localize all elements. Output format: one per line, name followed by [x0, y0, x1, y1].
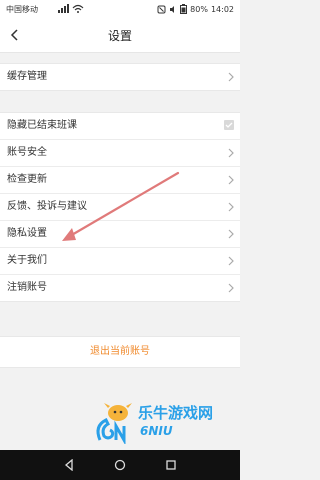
mute-icon: [170, 5, 175, 13]
nav-bar: 设置: [0, 18, 240, 53]
clock: 14:02: [210, 4, 234, 14]
battery-percent: 80%: [190, 4, 208, 14]
page-title: 设置: [107, 29, 132, 43]
settings-item-label: 关于我们: [7, 255, 47, 266]
settings-item-account-security[interactable]: 账号安全: [0, 140, 240, 167]
system-nav-bar: [0, 450, 240, 480]
settings-item-label: 缓存管理: [7, 71, 47, 82]
settings-item-hide-finished[interactable]: 隐藏已结束班课: [0, 113, 240, 140]
chevron-right-icon: [228, 175, 234, 185]
chevron-right-icon: [228, 72, 234, 82]
watermark-logo-text: 6NIU: [140, 424, 173, 438]
settings-item-feedback[interactable]: 反馈、投诉与建议: [0, 194, 240, 221]
chevron-right-icon: [228, 283, 234, 293]
settings-item-label: 隐私设置: [7, 228, 47, 239]
settings-group-cache: 缓存管理: [0, 63, 240, 91]
carrier-label: 中国移动: [6, 5, 38, 14]
chevron-right-icon: [228, 202, 234, 212]
settings-item-privacy[interactable]: 隐私设置: [0, 221, 240, 248]
settings-item-label: 检查更新: [7, 174, 47, 185]
settings-item-label: 隐藏已结束班课: [7, 120, 77, 131]
signal-wifi-icons: [58, 3, 88, 16]
recents-square-icon[interactable]: [165, 459, 177, 471]
settings-item-check-update[interactable]: 检查更新: [0, 167, 240, 194]
check-icon: [225, 122, 233, 128]
back-triangle-icon[interactable]: [63, 459, 75, 471]
home-circle-icon[interactable]: [114, 459, 126, 471]
chevron-right-icon: [228, 256, 234, 266]
watermark-text: 乐牛游戏网: [138, 404, 214, 422]
chevron-right-icon: [228, 148, 234, 158]
settings-item-cache[interactable]: 缓存管理: [0, 64, 240, 90]
checkbox-hide-finished[interactable]: [224, 120, 234, 130]
settings-item-deactivate[interactable]: 注销账号: [0, 275, 240, 301]
status-bar: 中国移动 80% 14:02: [0, 0, 240, 18]
notification-icon: [157, 5, 166, 13]
settings-item-label: 账号安全: [7, 147, 47, 158]
settings-item-label: 注销账号: [7, 282, 47, 293]
settings-group-main: 隐藏已结束班课 账号安全 检查更新 反馈、投诉与建议 隐私设置 关于我们 注销账…: [0, 112, 240, 302]
settings-item-about[interactable]: 关于我们: [0, 248, 240, 275]
watermark-logo-icon: [96, 403, 132, 444]
battery-icon: [180, 4, 188, 14]
chevron-right-icon: [228, 229, 234, 239]
logout-button[interactable]: 退出当前账号: [0, 336, 240, 368]
settings-item-label: 反馈、投诉与建议: [7, 201, 87, 212]
status-right: 80% 14:02: [157, 4, 234, 14]
watermark: 乐牛游戏网 6NIU: [92, 400, 238, 444]
